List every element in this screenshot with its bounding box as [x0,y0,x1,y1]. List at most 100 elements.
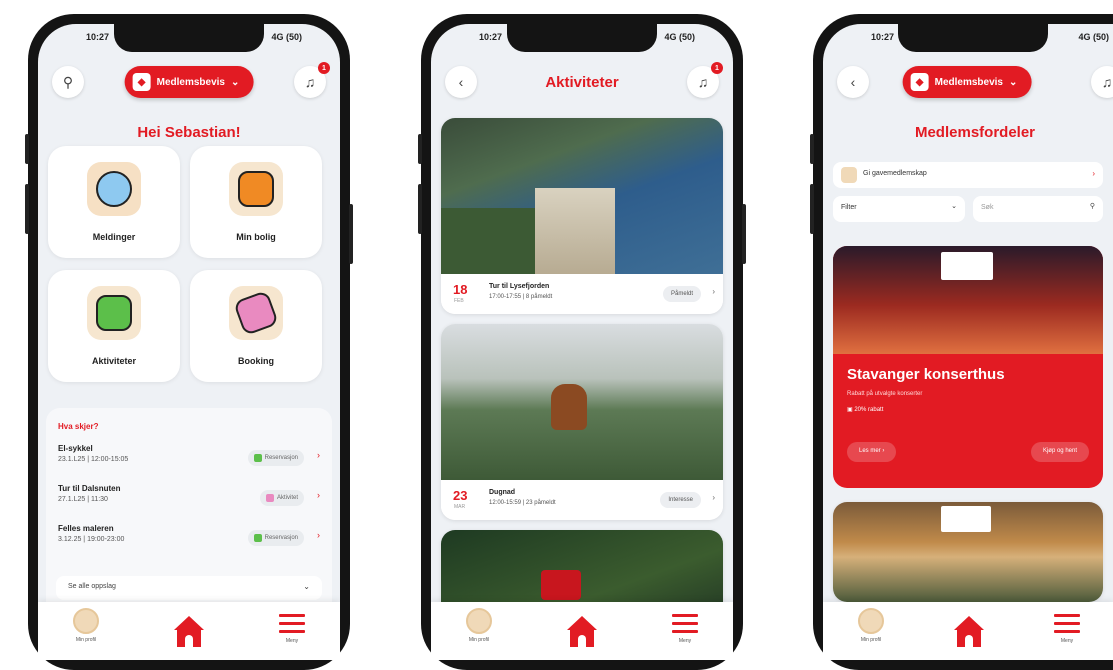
chevron-right-icon: › [882,448,885,454]
chevron-right-icon: › [317,530,320,540]
event-day: 23 [453,488,468,503]
event-card[interactable]: 18 FEB Tur til Lysefjorden 17:00-17:55 |… [441,118,723,314]
event-info: 18 FEB Tur til Lysefjorden 17:00-17:55 |… [441,274,723,314]
tab-home[interactable] [552,608,612,650]
event-title: Dugnad [489,489,516,496]
membership-label: Medlemsbevis [934,76,1003,88]
status-badge: Aktivitet [259,490,304,506]
chevron-down-icon: ⌄ [230,76,240,88]
news-row[interactable]: Felles maleren 3.12.25 | 19:00-23:00 Res… [58,524,320,558]
home-screen: 10:27 4G (50) ⚲ ◆ Medlemsbevis ⌄ ♫ 1 Hei… [38,24,340,660]
tab-home[interactable] [939,608,999,650]
status-time: 10:27 [871,32,895,42]
event-card[interactable]: 23 MAR Dugnad 12:00-15:59 | 23 påmeldt I… [441,324,723,520]
notifications-button[interactable]: ♫ 1 [1091,66,1113,98]
tab-menu[interactable]: Meny [655,608,715,644]
promo-card[interactable]: Stavanger konserthus Rabatt på utvalgte … [833,246,1103,488]
bell-icon: ♫ [304,74,316,90]
filter-row: Filter ⌄ Søk ⚲ [833,196,1103,222]
tab-menu[interactable]: Meny [1037,608,1097,644]
benefit-card[interactable] [833,502,1103,602]
tab-bar: Min profil Meny [38,602,340,660]
notifications-button[interactable]: ♫ 1 [687,62,723,98]
search-placeholder: Søk [981,204,994,211]
tile-messages[interactable]: Meldinger [48,146,180,258]
tab-bar: Min profil Meny [431,602,733,660]
greeting-title: Hei Sebastian! [137,124,241,141]
notification-badge: 1 [318,62,330,74]
tile-label: Min bolig [236,232,276,242]
house-icon [238,171,274,207]
chevron-right-icon: › [1092,169,1095,178]
search-button[interactable]: ⚲ [52,66,84,98]
event-time: 17:00-17:55 | 8 påmeldt [489,294,553,300]
promo-image [833,246,1103,354]
back-button[interactable]: ‹ [837,66,869,98]
membership-card-button[interactable]: ◆ Medlemsbevis ⌄ [124,66,254,98]
event-month: MAR [454,504,466,510]
avatar [73,608,99,634]
tab-profile[interactable]: Min profil [841,608,901,643]
read-more-button[interactable]: Les mer › [847,442,897,462]
brand-logo-icon: ◆ [132,73,151,91]
notch [898,24,1048,52]
news-section: Hva skjer? El-sykkel 23.1.L25 | 12:00-15… [46,408,332,616]
promo-discount: ▣ 20% rabatt [847,406,883,413]
search-icon: ⚲ [1089,203,1095,210]
menu-icon [1054,614,1080,633]
menu-icon [279,614,305,633]
tile-label: Meldinger [92,232,136,242]
buy-button[interactable]: Kjøp og hent [1030,442,1089,462]
membership-label: Medlemsbevis [156,76,225,88]
notch [114,24,264,52]
menu-icon [672,614,698,633]
activities-header: ‹ Aktiviteter ♫ 1 [431,62,733,106]
chevron-right-icon: › [317,490,320,500]
see-all-button[interactable]: Se alle oppslag ⌄ [56,576,322,600]
notifications-button[interactable]: ♫ 1 [294,62,330,98]
bell-icon: ♫ [1101,74,1113,90]
avatar [466,608,492,634]
tab-label: Min profil [468,637,490,643]
tile-activities[interactable]: Aktiviteter [48,270,180,382]
status-time: 10:27 [86,32,110,42]
phone-benefits: 10:27 4G (50) ‹ ◆ Medlemsbevis ⌄ ♫ 1 Med… [810,14,1113,670]
tab-label: Meny [678,638,692,644]
chevron-right-icon: › [317,450,320,460]
search-input[interactable]: Søk ⚲ [973,196,1103,222]
tab-bar: Min profil Meny [823,602,1113,660]
tab-label: Meny [285,638,299,644]
home-header: ⚲ ◆ Medlemsbevis ⌄ ♫ 1 [38,62,340,106]
status-badge: Reservasjon [247,530,304,546]
status-badge: Reservasjon [247,450,304,466]
status-time: 10:27 [479,32,503,42]
benefits-screen: 10:27 4G (50) ‹ ◆ Medlemsbevis ⌄ ♫ 1 Med… [823,24,1113,660]
membership-card-button[interactable]: ◆ Medlemsbevis ⌄ [902,66,1032,98]
chevron-right-icon: › [712,287,715,296]
filter-select[interactable]: Filter ⌄ [833,196,965,222]
gift-membership-button[interactable]: Gi gavemedlemskap › [833,162,1103,188]
tab-profile[interactable]: Min profil [449,608,509,643]
news-row[interactable]: Tur til Dalsnuten 27.1.L25 | 11:30 Aktiv… [58,484,320,518]
event-day: 18 [453,282,468,297]
calendar-icon [96,295,132,331]
news-row[interactable]: El-sykkel 23.1.L25 | 12:00-15:05 Reserva… [58,444,320,478]
avatar [858,608,884,634]
home-icon [565,616,599,650]
news-heading: Hva skjer? [58,422,99,431]
tile-label: Booking [238,356,274,366]
benefits-header: ‹ ◆ Medlemsbevis ⌄ ♫ 1 [823,62,1113,106]
chevron-down-icon: ⌄ [303,582,310,591]
tab-menu[interactable]: Meny [262,608,322,644]
bell-icon: ♫ [697,74,709,90]
see-all-label: Se alle oppslag [68,583,116,590]
page-title: Medlemsfordeler [914,124,1036,141]
tab-home[interactable] [159,608,219,650]
tile-my-home[interactable]: Min bolig [190,146,322,258]
tile-booking[interactable]: Booking [190,270,322,382]
tab-profile[interactable]: Min profil [56,608,116,643]
discount-label: 20% rabatt [854,407,884,413]
chat-bubble-icon [96,171,132,207]
promo-subtitle: Rabatt på utvalgte konserter [847,391,923,397]
activities-screen: 10:27 4G (50) ‹ Aktiviteter ♫ 1 18 FEB T… [431,24,733,660]
